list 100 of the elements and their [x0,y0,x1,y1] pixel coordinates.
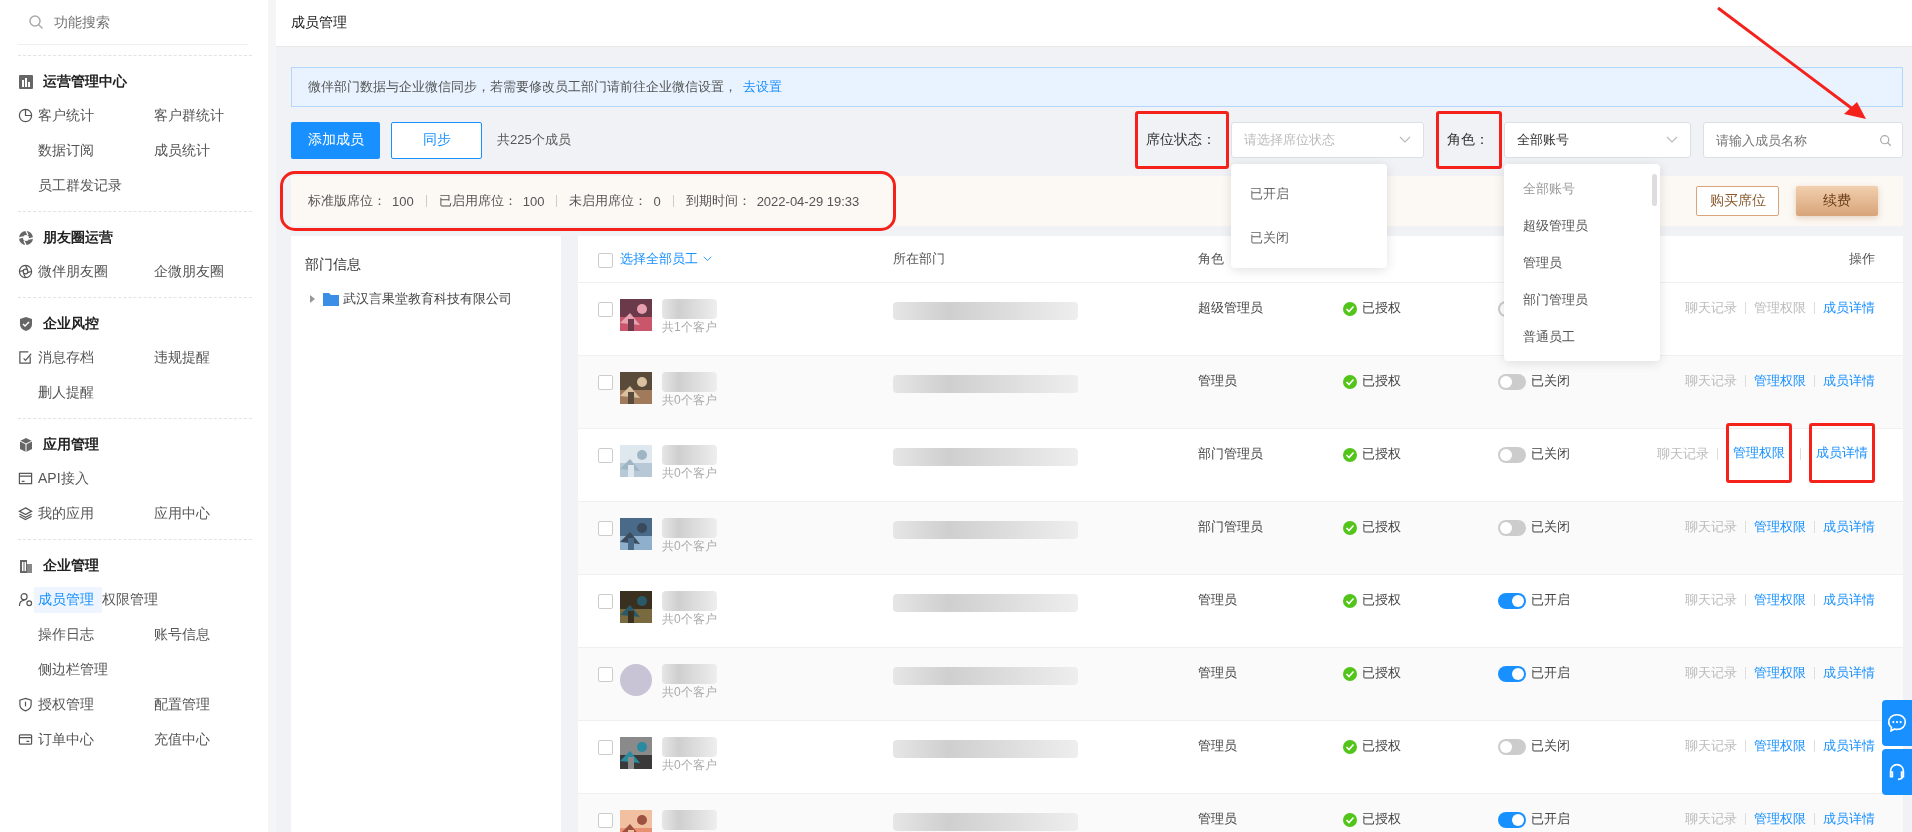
caret-icon[interactable] [310,295,315,303]
checkbox[interactable] [598,740,613,755]
action-link[interactable]: 管理权限 [1733,444,1785,462]
action-link[interactable]: 管理权限 [1754,372,1806,390]
check-circle-icon [1343,448,1357,462]
menu-item[interactable]: 操作日志 [38,621,154,648]
separator [672,195,674,207]
menu-item[interactable]: 配置管理 [154,691,270,718]
action-link[interactable]: 管理权限 [1754,591,1806,609]
menu-item[interactable]: 成员统计 [154,137,270,164]
action-link[interactable]: 成员详情 [1823,299,1875,317]
checkbox[interactable] [598,667,613,682]
folder-icon [323,292,339,306]
search-field[interactable]: 请输入成员名称 [1703,122,1903,158]
menu-item[interactable]: 删人提醒 [38,379,154,406]
status-text: 已授权 [1362,737,1401,755]
add-member-button[interactable]: 添加成员 [291,121,380,159]
dropdown-option[interactable]: 已开启 [1231,172,1387,216]
blurred-text [662,518,717,538]
menu-item[interactable]: 微伴朋友圈 [38,258,154,285]
separator [425,195,427,207]
checkbox[interactable] [598,594,613,609]
support-button[interactable] [1882,749,1912,795]
menu-item[interactable]: 员工群发记录 [38,172,154,199]
menu-item[interactable]: 企微朋友圈 [154,258,270,285]
chat-button[interactable] [1882,700,1912,746]
action-link[interactable]: 管理权限 [1754,737,1806,755]
dropdown-option[interactable]: 已关闭 [1231,216,1387,260]
menu-item[interactable]: 客户统计 [38,102,154,129]
toggle-label: 已开启 [1531,664,1570,682]
toggle-switch[interactable] [1498,666,1526,682]
menu-item[interactable]: 数据订阅 [38,137,154,164]
menu-item[interactable]: 权限管理 [102,586,218,613]
dropdown-option[interactable]: 全部账号 [1504,170,1660,207]
customer-count: 共0个客户 [662,392,717,409]
checkbox[interactable] [598,448,613,463]
toggle-switch[interactable] [1498,374,1526,390]
menu-item[interactable]: API接入 [38,465,154,492]
action-link[interactable]: 成员详情 [1823,664,1875,682]
action-link[interactable]: 管理权限 [1754,810,1806,828]
status-text: 已授权 [1362,591,1401,609]
action-link[interactable]: 成员详情 [1823,591,1875,609]
menu-item[interactable]: 订单中心 [38,726,154,753]
search-field[interactable]: 功能搜索 [52,13,206,31]
action-link[interactable]: 成员详情 [1816,444,1868,462]
summary-label: 到期时间： [685,192,751,210]
buy-seats-button[interactable]: 购买席位 [1696,186,1779,216]
renew-button[interactable]: 续费 [1796,186,1878,216]
menu-item[interactable]: 违规提醒 [154,344,270,371]
sync-button[interactable]: 同步 [391,121,482,159]
menu-item[interactable]: 我的应用 [38,500,154,527]
action-link[interactable]: 成员详情 [1823,372,1875,390]
dropdown-option[interactable]: 管理员 [1504,244,1660,281]
building-icon [18,558,34,574]
toggle-switch[interactable] [1498,739,1526,755]
select-field[interactable]: 全部账号 [1504,122,1691,158]
action-link[interactable]: 管理权限 [1754,518,1806,536]
checkbox[interactable] [598,375,613,390]
filter-label: 席位状态： [1146,131,1216,149]
filter-label: 角色： [1447,131,1489,149]
dropdown-option[interactable]: 超级管理员 [1504,207,1660,244]
check-circle-icon [1343,667,1357,681]
dropdown-option[interactable]: 部门管理员 [1504,281,1660,318]
menu-item[interactable]: 应用中心 [154,500,270,527]
summary-label: 已启用席位： [438,192,517,210]
action-link[interactable]: 成员详情 [1823,810,1875,828]
customer-count: 共0个客户 [662,611,717,628]
toggle-switch[interactable] [1498,593,1526,609]
section-title: 应用管理 [43,436,99,454]
toggle-switch[interactable] [1498,812,1526,828]
action-link[interactable]: 管理权限 [1754,664,1806,682]
menu-item[interactable]: 账号信息 [154,621,270,648]
menu-item[interactable]: 消息存档 [38,344,154,371]
aperture-icon [18,230,34,246]
cube-icon [18,437,34,453]
search-icon[interactable] [1879,133,1892,147]
toggle-switch[interactable] [1498,447,1526,463]
select-all-link[interactable]: 选择全部员工 [620,250,698,268]
checkbox[interactable] [598,302,613,317]
tree-item[interactable]: 武汉言果堂教育科技有限公司 [343,290,512,308]
settings-link[interactable]: 去设置 [743,79,782,94]
menu-item[interactable]: 侧边栏管理 [38,656,154,683]
dropdown-option[interactable]: 普通员工 [1504,318,1660,355]
action-link[interactable]: 成员详情 [1823,737,1875,755]
checkbox[interactable] [598,253,613,268]
chevron-down-icon[interactable] [703,256,712,262]
toggle-switch[interactable] [1498,520,1526,536]
scrollbar-thumb[interactable] [1652,174,1657,206]
blurred-text [662,372,717,392]
checkbox[interactable] [598,813,613,828]
separator [1800,448,1801,460]
action-link[interactable]: 成员详情 [1823,518,1875,536]
checkbox[interactable] [598,521,613,536]
menu-item[interactable]: 充值中心 [154,726,270,753]
menu-item[interactable]: 成员管理 [34,586,102,613]
separator [556,195,558,207]
menu-item[interactable]: 客户群统计 [154,102,270,129]
role-text: 超级管理员 [1198,299,1263,317]
menu-item[interactable]: 授权管理 [38,691,154,718]
chevron-down-icon [1666,136,1678,144]
